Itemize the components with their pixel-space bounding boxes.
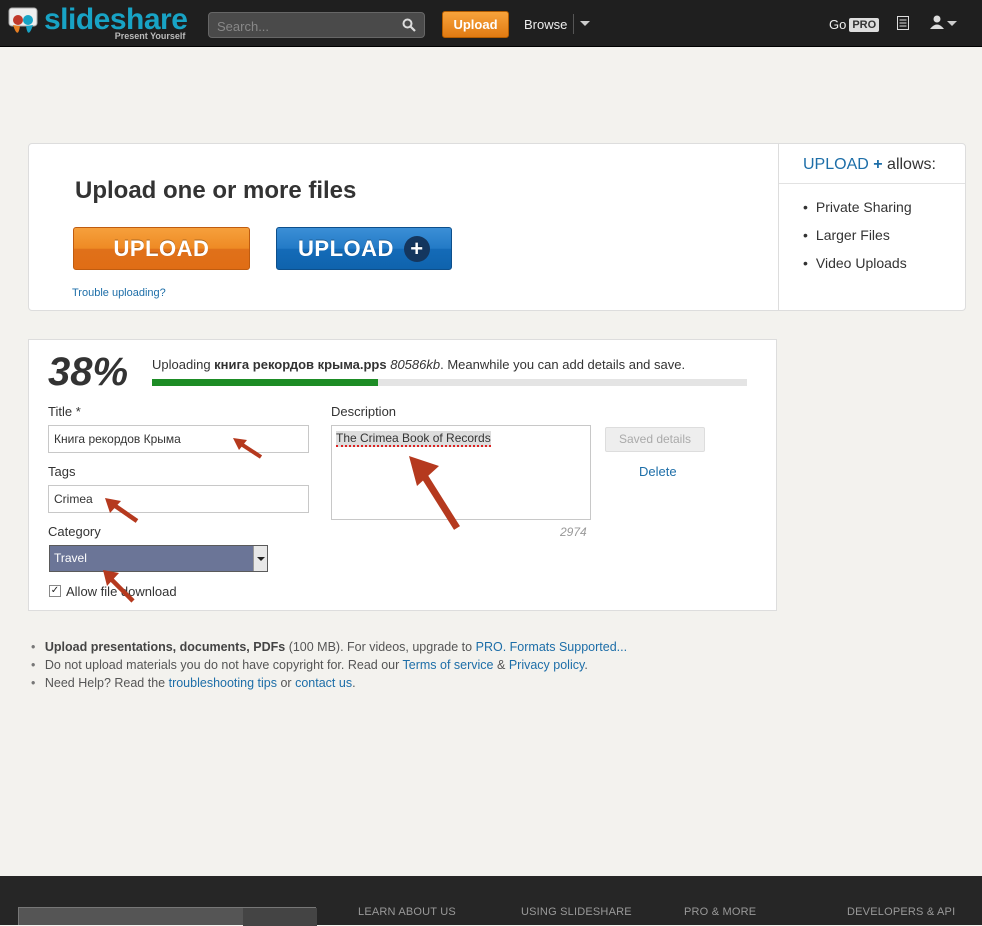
trouble-uploading-link[interactable]: Trouble uploading? <box>72 287 166 299</box>
upload-plus-button-label: UPLOAD <box>298 235 394 261</box>
annotation-arrow-icon <box>105 498 139 523</box>
annotation-arrow-icon <box>233 438 263 459</box>
footer-pro-and-more[interactable]: PRO & MORE <box>684 906 756 918</box>
search-input[interactable] <box>215 16 397 36</box>
allows-item: Private Sharing <box>803 199 912 227</box>
newsfeed-icon[interactable] <box>897 16 909 35</box>
allows-item: Larger Files <box>803 227 912 255</box>
title-input[interactable] <box>48 425 309 453</box>
delete-link[interactable]: Delete <box>639 464 677 479</box>
upload-progress-fill <box>152 379 379 386</box>
description-label: Description <box>331 404 397 419</box>
file-details-card: 38% Uploading книга рекордов крыма.pps 8… <box>28 339 777 611</box>
chevron-down-icon[interactable] <box>580 21 590 26</box>
terms-of-service-link[interactable]: Terms of service <box>403 658 494 672</box>
formats-supported-link[interactable]: Formats Supported... <box>510 640 627 654</box>
user-menu-chevron-down-icon[interactable] <box>947 21 957 26</box>
troubleshooting-tips-link[interactable]: troubleshooting tips <box>169 676 277 690</box>
footer-search-input[interactable] <box>18 907 317 926</box>
upload-status-text: Uploading книга рекордов крыма.pps 80586… <box>152 357 685 372</box>
footer: LEARN ABOUT US USING SLIDESHARE PRO & MO… <box>0 876 982 926</box>
category-select[interactable]: Travel <box>49 545 268 572</box>
note-or: or <box>280 676 292 690</box>
allows-divider <box>779 183 965 184</box>
note-formats-text: (100 MB). For videos, upgrade to <box>288 640 473 654</box>
upload-card: Upload one or more files UPLOAD UPLOAD +… <box>28 143 966 311</box>
search-icon[interactable] <box>402 18 416 37</box>
upload-notes: Upload presentations, documents, PDFs (1… <box>31 640 627 694</box>
pro-link[interactable]: PRO. <box>476 640 507 654</box>
allows-upload-word: UPLOAD <box>803 156 869 173</box>
contact-us-link[interactable]: contact us <box>295 676 352 690</box>
tags-label: Tags <box>48 464 76 479</box>
header-upload-button[interactable]: Upload <box>442 11 509 38</box>
note-item: Need Help? Read the troubleshooting tips… <box>31 676 627 694</box>
footer-search-button[interactable] <box>243 908 317 926</box>
uploading-file-size: 80586kb <box>390 357 441 372</box>
allows-list: Private Sharing Larger Files Video Uploa… <box>803 199 912 283</box>
footer-using-slideshare[interactable]: USING SLIDESHARE <box>521 906 632 918</box>
search-box <box>208 12 425 38</box>
title-label: Title * <box>48 404 81 419</box>
go-pro-link[interactable]: Go PRO <box>829 17 880 32</box>
upload-plus-button[interactable]: UPLOAD + <box>276 227 452 270</box>
saved-details-button[interactable]: Saved details <box>605 427 705 452</box>
footer-developers-api[interactable]: DEVELOPERS & API <box>847 906 955 918</box>
note-item: Do not upload materials you do not have … <box>31 658 627 676</box>
upload-button-label: UPLOAD <box>113 235 210 261</box>
upload-progress-bar <box>152 379 747 386</box>
slideshare-logo-icon <box>6 6 40 40</box>
note-formats-bold: Upload presentations, documents, PDFs <box>44 640 286 654</box>
category-label: Category <box>48 524 101 539</box>
note-help-text: Need Help? Read the <box>44 676 166 690</box>
category-selected-value: Travel <box>54 551 87 565</box>
upload-main-panel: Upload one or more files UPLOAD UPLOAD +… <box>29 144 779 310</box>
dropdown-arrow-icon[interactable] <box>253 546 267 571</box>
status-suffix: . Meanwhile you can add details and save… <box>440 357 686 372</box>
slideshare-logo[interactable]: slideshare Present Yourself <box>6 5 188 42</box>
browse-menu[interactable]: Browse <box>524 17 567 32</box>
privacy-policy-link[interactable]: Privacy policy <box>509 658 584 672</box>
upload-plus-allows-heading: UPLOAD + allows: <box>803 156 936 174</box>
note-period: . <box>584 658 588 672</box>
upload-percent: 38% <box>48 350 129 394</box>
allows-plus-icon: + <box>873 156 883 173</box>
go-label: Go <box>829 17 847 32</box>
browse-divider <box>573 14 574 34</box>
description-text: The Crimea Book of Records <box>336 431 491 447</box>
note-copyright-text: Do not upload materials you do not have … <box>44 658 400 672</box>
plus-icon: + <box>403 235 430 262</box>
upload-button[interactable]: UPLOAD <box>73 227 250 270</box>
allow-download-checkbox[interactable]: ✓ <box>49 585 61 597</box>
annotation-arrow-icon <box>409 456 460 530</box>
note-ampersand: & <box>497 658 506 672</box>
annotation-arrow-icon <box>103 570 135 603</box>
top-navigation-bar: slideshare Present Yourself Upload Brows… <box>0 0 982 47</box>
status-prefix: Uploading <box>152 357 211 372</box>
user-icon[interactable] <box>930 15 944 34</box>
footer-learn-about-us[interactable]: LEARN ABOUT US <box>358 906 456 918</box>
uploading-file-name: книга рекордов крыма.pps <box>214 357 387 372</box>
pro-badge: PRO <box>849 17 880 32</box>
tags-input[interactable] <box>48 485 309 513</box>
note-item: Upload presentations, documents, PDFs (1… <box>31 640 627 658</box>
allows-item: Video Uploads <box>803 255 912 283</box>
description-char-count: 2974 <box>560 525 587 539</box>
allows-suffix: allows: <box>887 156 936 173</box>
note-period: . <box>352 676 356 690</box>
page-title: Upload one or more files <box>75 177 357 204</box>
